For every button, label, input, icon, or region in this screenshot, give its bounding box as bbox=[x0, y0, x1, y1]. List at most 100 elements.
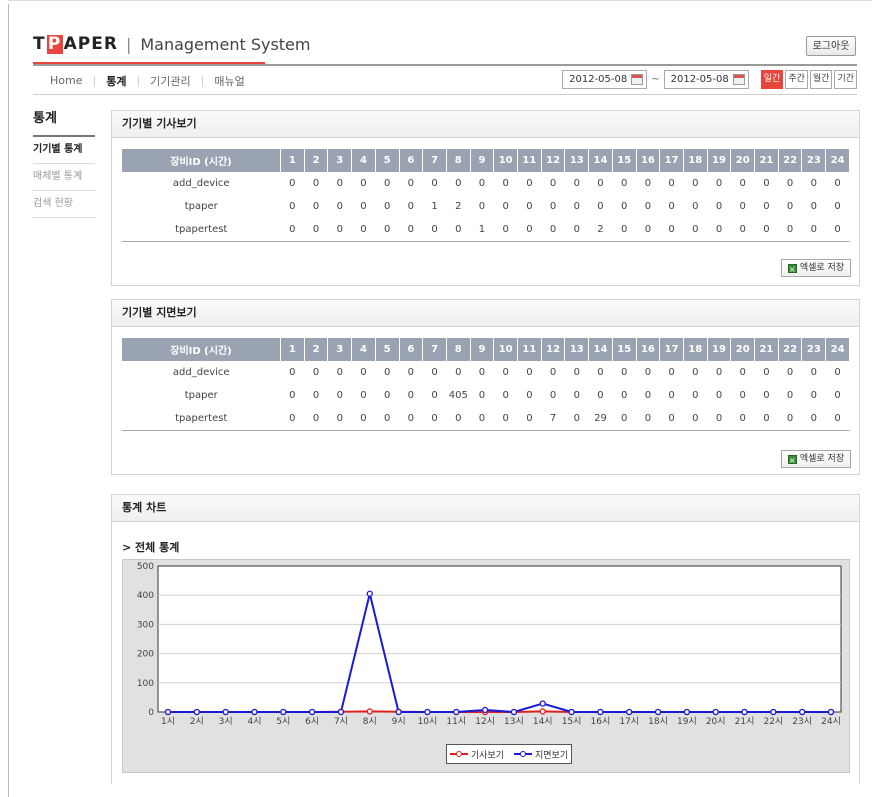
value-cell: 0 bbox=[707, 218, 731, 242]
data-point bbox=[712, 708, 719, 716]
column-header: 21 bbox=[754, 338, 779, 361]
column-header: 23 bbox=[801, 338, 827, 361]
logout-button[interactable]: 로그아웃 bbox=[806, 36, 856, 56]
period-button[interactable]: 월간 bbox=[809, 70, 833, 89]
column-header: 9 bbox=[470, 338, 495, 361]
value-cell: 0 bbox=[597, 201, 604, 212]
column-header: 18 bbox=[683, 149, 708, 172]
value-cell: 0 bbox=[636, 407, 660, 431]
excel-export-button[interactable]: 엑셀로 저장 bbox=[781, 450, 851, 470]
value-cell: 0 bbox=[360, 201, 367, 212]
calendar-icon[interactable] bbox=[732, 74, 745, 85]
device-id-cell: tpaper bbox=[184, 201, 218, 212]
page-views-table: 장비ID (시간) 1 2 3 4 5 6 7 8 9 10 11 12 13 14 15 16 17 18 19 20… bbox=[122, 338, 850, 431]
value-cell: 0 bbox=[834, 178, 841, 189]
value-cell: 0 bbox=[763, 201, 770, 212]
excel-export-label: 엑셀로 저장 bbox=[799, 263, 845, 273]
column-header: 19 bbox=[707, 149, 732, 172]
value-cell: 0 bbox=[383, 201, 391, 212]
value-cell: 0 bbox=[573, 367, 580, 378]
nav-item[interactable]: 기기관리 bbox=[146, 73, 194, 89]
nav-bar: Home | 통계 | 기기관리 | 매뉴얼 2012-05-08 ~ 2012-05-08… bbox=[33, 64, 857, 95]
column-header: 1 bbox=[280, 338, 305, 361]
excel-export-button[interactable]: 엑셀로 저장 bbox=[781, 259, 851, 279]
value-cell: 0 bbox=[778, 218, 802, 242]
value-cell: 0 bbox=[573, 201, 580, 212]
column-header: 11 bbox=[517, 149, 542, 172]
column-header: 22 bbox=[778, 338, 803, 361]
value-cell: 0 bbox=[407, 178, 415, 189]
data-point bbox=[222, 708, 229, 716]
top-border bbox=[8, 0, 872, 1]
x-tick-label: 12시 bbox=[475, 716, 495, 727]
value-cell: 0 bbox=[336, 178, 343, 189]
value-cell: 0 bbox=[312, 178, 320, 189]
value-cell: 1 bbox=[431, 201, 438, 212]
value-cell: 0 bbox=[422, 407, 447, 431]
value-cell: 0 bbox=[597, 178, 604, 189]
x-tick-label: 20시 bbox=[706, 716, 726, 727]
value-cell: 0 bbox=[659, 218, 684, 242]
nav-divider: | bbox=[136, 74, 141, 87]
value-cell: 0 bbox=[280, 218, 305, 242]
data-point bbox=[539, 708, 546, 715]
x-tick-label: 13시 bbox=[504, 716, 524, 727]
period-button[interactable]: 주간 bbox=[785, 70, 808, 89]
legend-item: 지면보기 bbox=[514, 748, 568, 761]
period-button[interactable]: 일간 bbox=[760, 70, 784, 89]
x-tick-label: 14시 bbox=[533, 716, 553, 727]
value-cell: 0 bbox=[763, 390, 770, 401]
legend-marker bbox=[514, 751, 532, 757]
value-cell: 0 bbox=[810, 390, 817, 401]
value-cell: 0 bbox=[327, 407, 352, 431]
value-cell: 0 bbox=[715, 178, 723, 189]
value-cell: 0 bbox=[470, 407, 494, 431]
column-header: 8 bbox=[446, 149, 471, 172]
legend-label: 기사보기 bbox=[470, 750, 504, 761]
value-cell: 0 bbox=[446, 407, 471, 431]
data-point bbox=[510, 708, 518, 716]
sidebar-item[interactable]: 검색 현황 bbox=[33, 191, 95, 218]
value-cell: 0 bbox=[825, 218, 850, 242]
table-row: tpapertest 0 0 0 0 0 0 0 0 1 0 0 0 0 2 0 0 0 0 0 0 0 0 0 0 bbox=[122, 218, 850, 242]
sidebar-item[interactable]: 기기별 통계 bbox=[33, 137, 95, 164]
sidebar-item[interactable]: 매체별 통계 bbox=[33, 164, 95, 191]
value-cell: 0 bbox=[502, 367, 509, 378]
calendar-icon[interactable] bbox=[631, 74, 644, 85]
column-header: 장비ID (시간) bbox=[122, 338, 281, 361]
value-cell: 0 bbox=[455, 178, 462, 189]
excel-icon bbox=[787, 261, 797, 279]
nav-item[interactable]: 매뉴얼 bbox=[210, 73, 248, 89]
value-cell: 0 bbox=[715, 390, 723, 401]
value-cell: 0 bbox=[683, 407, 708, 431]
data-point bbox=[251, 708, 258, 716]
column-header: 24 bbox=[825, 338, 850, 361]
data-point bbox=[654, 708, 662, 716]
column-header: 14 bbox=[588, 338, 613, 361]
end-date-field[interactable]: 2012-05-08 bbox=[663, 70, 749, 89]
value-cell: 0 bbox=[786, 367, 794, 378]
data-point bbox=[741, 708, 748, 716]
date-separator: ~ bbox=[651, 74, 660, 85]
x-tick-label: 6시 bbox=[305, 716, 319, 727]
table-row: tpaper 0 0 0 0 0 0 0 405 0 0 0 0 0 0 0 0 0 0 0 0 0 0 0 0 bbox=[122, 384, 850, 407]
column-header: 4 bbox=[351, 149, 376, 172]
x-tick-label: 17시 bbox=[619, 716, 639, 727]
value-cell: 0 bbox=[786, 390, 794, 401]
value-cell: 0 bbox=[360, 390, 367, 401]
logo[interactable]: T P APER | Management System bbox=[33, 34, 310, 54]
nav-item[interactable]: 통계 bbox=[102, 73, 130, 89]
nav-item[interactable]: Home bbox=[46, 74, 86, 87]
value-cell: 0 bbox=[422, 218, 447, 242]
value-cell: 0 bbox=[399, 218, 423, 242]
column-header: 20 bbox=[730, 338, 756, 361]
column-header: 20 bbox=[730, 149, 756, 172]
period-button[interactable]: 기간 bbox=[834, 70, 857, 89]
value-cell: 0 bbox=[360, 178, 367, 189]
start-date-field[interactable]: 2012-05-08 bbox=[562, 70, 648, 89]
value-cell: 0 bbox=[834, 367, 841, 378]
logo-separator: | bbox=[125, 34, 133, 54]
column-header: 9 bbox=[470, 149, 495, 172]
value-cell: 0 bbox=[636, 218, 660, 242]
value-cell: 0 bbox=[778, 407, 802, 431]
